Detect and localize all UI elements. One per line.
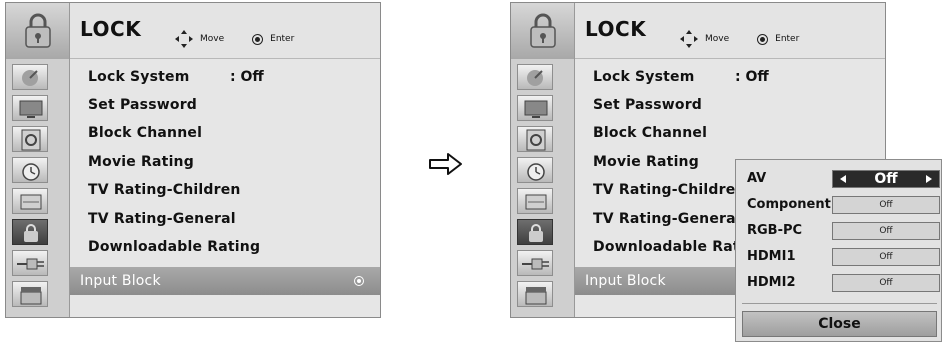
right-arrow-icon[interactable] <box>926 175 932 183</box>
lock-icon <box>511 3 575 59</box>
menu-item-block-channel[interactable]: Block Channel <box>575 119 885 147</box>
input-row-hdmi2[interactable]: HDMI2 Off <box>736 272 942 294</box>
satellite-dish-icon[interactable] <box>12 64 48 90</box>
input-label: RGB-PC <box>747 223 803 238</box>
input-plug-icon[interactable] <box>12 250 48 276</box>
speaker-icon[interactable] <box>517 126 553 152</box>
menu-item-value: : Off <box>230 69 264 85</box>
menu-item-label: TV Rating-Children <box>593 182 746 198</box>
input-label: Component <box>747 197 831 212</box>
enter-icon <box>354 276 364 286</box>
enter-hint-label: Enter <box>775 34 800 44</box>
menu-item-label: Block Channel <box>593 125 708 141</box>
menu-item-label: TV Rating-General <box>593 211 741 227</box>
input-value[interactable]: Off <box>832 196 940 214</box>
lock-icon[interactable] <box>517 219 553 245</box>
menu-item-input-block[interactable]: Input Block <box>70 267 380 295</box>
clock-icon[interactable] <box>517 157 553 183</box>
category-sidebar <box>511 59 575 317</box>
menu-item-downloadable-rating[interactable]: Downloadable Rating <box>70 233 380 261</box>
menu-item-value: : Off <box>735 69 769 85</box>
speaker-icon[interactable] <box>12 126 48 152</box>
menu-item-label: Input Block <box>585 273 666 289</box>
menu-item-label: Downloadable Rating <box>88 239 261 255</box>
menu-item-label: Input Block <box>80 273 161 289</box>
menu-item-movie-rating[interactable]: Movie Rating <box>70 148 380 176</box>
right-arrow-icon <box>429 153 462 175</box>
nav-hint: Move Enter <box>679 29 799 49</box>
menu-item-tv-rating-children[interactable]: TV Rating-Children <box>70 176 380 204</box>
input-value[interactable]: Off <box>832 222 940 240</box>
nav-hint: Move Enter <box>174 29 294 49</box>
move-hint-label: Move <box>200 34 225 44</box>
menu-item-label: Set Password <box>593 97 703 113</box>
tv-icon[interactable] <box>12 95 48 121</box>
input-row-hdmi1[interactable]: HDMI1 Off <box>736 246 942 268</box>
input-label: AV <box>747 171 767 186</box>
menu-item-label: Movie Rating <box>88 154 194 170</box>
enter-icon <box>252 33 264 45</box>
input-value: Off <box>874 171 898 187</box>
input-row-rgb-pc[interactable]: RGB-PC Off <box>736 220 942 242</box>
input-plug-icon[interactable] <box>517 250 553 276</box>
lock-icon <box>6 3 70 59</box>
satellite-dish-icon[interactable] <box>517 64 553 90</box>
picture-icon[interactable] <box>517 188 553 214</box>
menu-item-set-password[interactable]: Set Password <box>575 91 885 119</box>
tv-icon[interactable] <box>517 95 553 121</box>
category-sidebar <box>6 59 70 317</box>
clapperboard-icon[interactable] <box>12 281 48 307</box>
picture-icon[interactable] <box>12 188 48 214</box>
popup-divider <box>742 303 937 304</box>
left-arrow-icon[interactable] <box>840 175 846 183</box>
menu-item-lock-system[interactable]: Lock System : Off <box>70 63 380 91</box>
menu-header: LOCK Move Enter <box>511 3 885 59</box>
menu-title: LOCK <box>80 17 142 41</box>
input-label: HDMI2 <box>747 275 796 290</box>
menu-header: LOCK Move Enter <box>6 3 380 59</box>
input-value[interactable]: Off <box>832 248 940 266</box>
move-hint-label: Move <box>705 34 730 44</box>
input-row-av[interactable]: AV Off <box>736 168 942 190</box>
menu-item-label: Movie Rating <box>593 154 699 170</box>
move-arrows-icon <box>680 30 698 48</box>
menu-item-tv-rating-general[interactable]: TV Rating-General <box>70 205 380 233</box>
input-label: HDMI1 <box>747 249 796 264</box>
lock-menu-screen-before: LOCK Move Enter Lock System: Off Set Pa… <box>5 2 381 318</box>
menu-title: LOCK <box>585 17 647 41</box>
input-value-selector[interactable]: Off <box>832 170 940 188</box>
input-row-component[interactable]: Component Off <box>736 194 942 216</box>
input-block-popup: AV Off Component Off RGB-PC Off HDMI1 Of… <box>735 159 942 342</box>
clapperboard-icon[interactable] <box>517 281 553 307</box>
menu-item-lock-system[interactable]: Lock System : Off <box>575 63 885 91</box>
move-arrows-icon <box>175 30 193 48</box>
menu-item-block-channel[interactable]: Block Channel <box>70 119 380 147</box>
enter-hint-label: Enter <box>270 34 295 44</box>
input-value[interactable]: Off <box>832 274 940 292</box>
menu-item-label: Lock System <box>88 69 190 85</box>
menu-item-label: Block Channel <box>88 125 203 141</box>
menu-item-label: Lock System <box>593 69 695 85</box>
lock-icon[interactable] <box>12 219 48 245</box>
close-button[interactable]: Close <box>742 311 937 337</box>
menu-item-label: Set Password <box>88 97 198 113</box>
menu-item-set-password[interactable]: Set Password <box>70 91 380 119</box>
menu-list: Lock System : Off Set Password Block Cha… <box>70 59 380 317</box>
menu-item-label: TV Rating-Children <box>88 182 241 198</box>
enter-icon <box>757 33 769 45</box>
clock-icon[interactable] <box>12 157 48 183</box>
menu-item-label: TV Rating-General <box>88 211 236 227</box>
